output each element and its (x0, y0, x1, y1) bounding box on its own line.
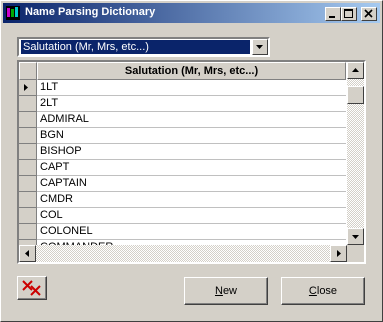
row-selector-header (19, 62, 37, 80)
table-row[interactable]: COLONEL (19, 224, 346, 240)
title-bar[interactable]: Name Parsing Dictionary (3, 3, 380, 23)
table-cell[interactable]: CAPTAIN (37, 176, 346, 192)
table-cell[interactable]: ADMIRAL (37, 112, 346, 128)
scroll-thumb[interactable] (347, 86, 364, 104)
maximize-button[interactable] (341, 7, 357, 21)
table-row[interactable]: BISHOP (19, 144, 346, 160)
close-button[interactable] (361, 7, 377, 21)
horizontal-scrollbar[interactable] (19, 245, 347, 262)
close-icon (364, 9, 373, 18)
row-selector[interactable] (19, 144, 37, 160)
app-icon (6, 6, 20, 20)
table-cell[interactable]: CMDR (37, 192, 346, 208)
new-button-mnemonic: N (214, 285, 223, 297)
scrollbar-corner (347, 245, 364, 262)
grid-header: Salutation (Mr, Mrs, etc...) (19, 62, 346, 80)
row-selector[interactable] (19, 80, 37, 96)
table-cell[interactable]: COLONEL (37, 224, 346, 240)
table-cell[interactable]: BISHOP (37, 144, 346, 160)
delete-button[interactable] (17, 276, 47, 300)
table-cell[interactable]: COL (37, 208, 346, 224)
row-selector[interactable] (19, 96, 37, 112)
dropdown-arrow-button[interactable] (252, 39, 268, 55)
column-header[interactable]: Salutation (Mr, Mrs, etc...) (37, 62, 346, 80)
row-selector[interactable] (19, 176, 37, 192)
arrow-left-icon (25, 250, 29, 257)
arrow-up-icon (352, 68, 359, 72)
row-selector[interactable] (19, 192, 37, 208)
table-row[interactable]: CAPTAIN (19, 176, 346, 192)
maximize-icon (344, 9, 353, 18)
row-selector[interactable] (19, 208, 37, 224)
close-button-label: lose (316, 285, 338, 297)
table-row[interactable]: 1LT (19, 80, 346, 96)
row-selector[interactable] (19, 160, 37, 176)
row-selector[interactable] (19, 224, 37, 240)
current-row-arrow-icon (24, 84, 28, 91)
table-row[interactable]: 2LT (19, 96, 346, 112)
row-selector[interactable] (19, 128, 37, 144)
table-cell[interactable]: BGN (37, 128, 346, 144)
dictionary-grid[interactable]: Salutation (Mr, Mrs, etc...) 1LT 2LT ADMIR… (17, 60, 366, 264)
minimize-icon (329, 16, 335, 18)
minimize-button[interactable] (325, 7, 341, 21)
row-selector[interactable] (19, 112, 37, 128)
scroll-down-button[interactable] (347, 228, 364, 245)
close-dialog-button[interactable]: Close (281, 277, 365, 305)
arrow-down-icon (352, 235, 359, 239)
new-button[interactable]: New (184, 277, 268, 305)
chevron-down-icon (256, 45, 263, 49)
new-button-label: ew (222, 285, 237, 297)
table-row[interactable]: CAPT (19, 160, 346, 176)
table-cell[interactable]: 1LT (37, 80, 346, 96)
scroll-right-button[interactable] (330, 245, 347, 262)
dialog-window: Name Parsing Dictionary Salutation (Mr, … (0, 0, 383, 322)
table-cell[interactable]: CAPT (37, 160, 346, 176)
window-title: Name Parsing Dictionary (25, 6, 156, 18)
vertical-scrollbar[interactable] (347, 62, 364, 245)
delete-x-icon (22, 280, 41, 296)
table-row[interactable]: COL (19, 208, 346, 224)
close-button-mnemonic: C (308, 285, 317, 297)
table-row[interactable]: ADMIRAL (19, 112, 346, 128)
table-row[interactable]: BGN (19, 128, 346, 144)
table-cell[interactable]: 2LT (37, 96, 346, 112)
table-row[interactable]: CMDR (19, 192, 346, 208)
category-select-value: Salutation (Mr, Mrs, etc...) (21, 40, 250, 54)
category-select[interactable]: Salutation (Mr, Mrs, etc...) (17, 37, 270, 57)
scroll-up-button[interactable] (347, 62, 364, 79)
scroll-left-button[interactable] (19, 245, 36, 262)
arrow-right-icon (337, 250, 341, 257)
